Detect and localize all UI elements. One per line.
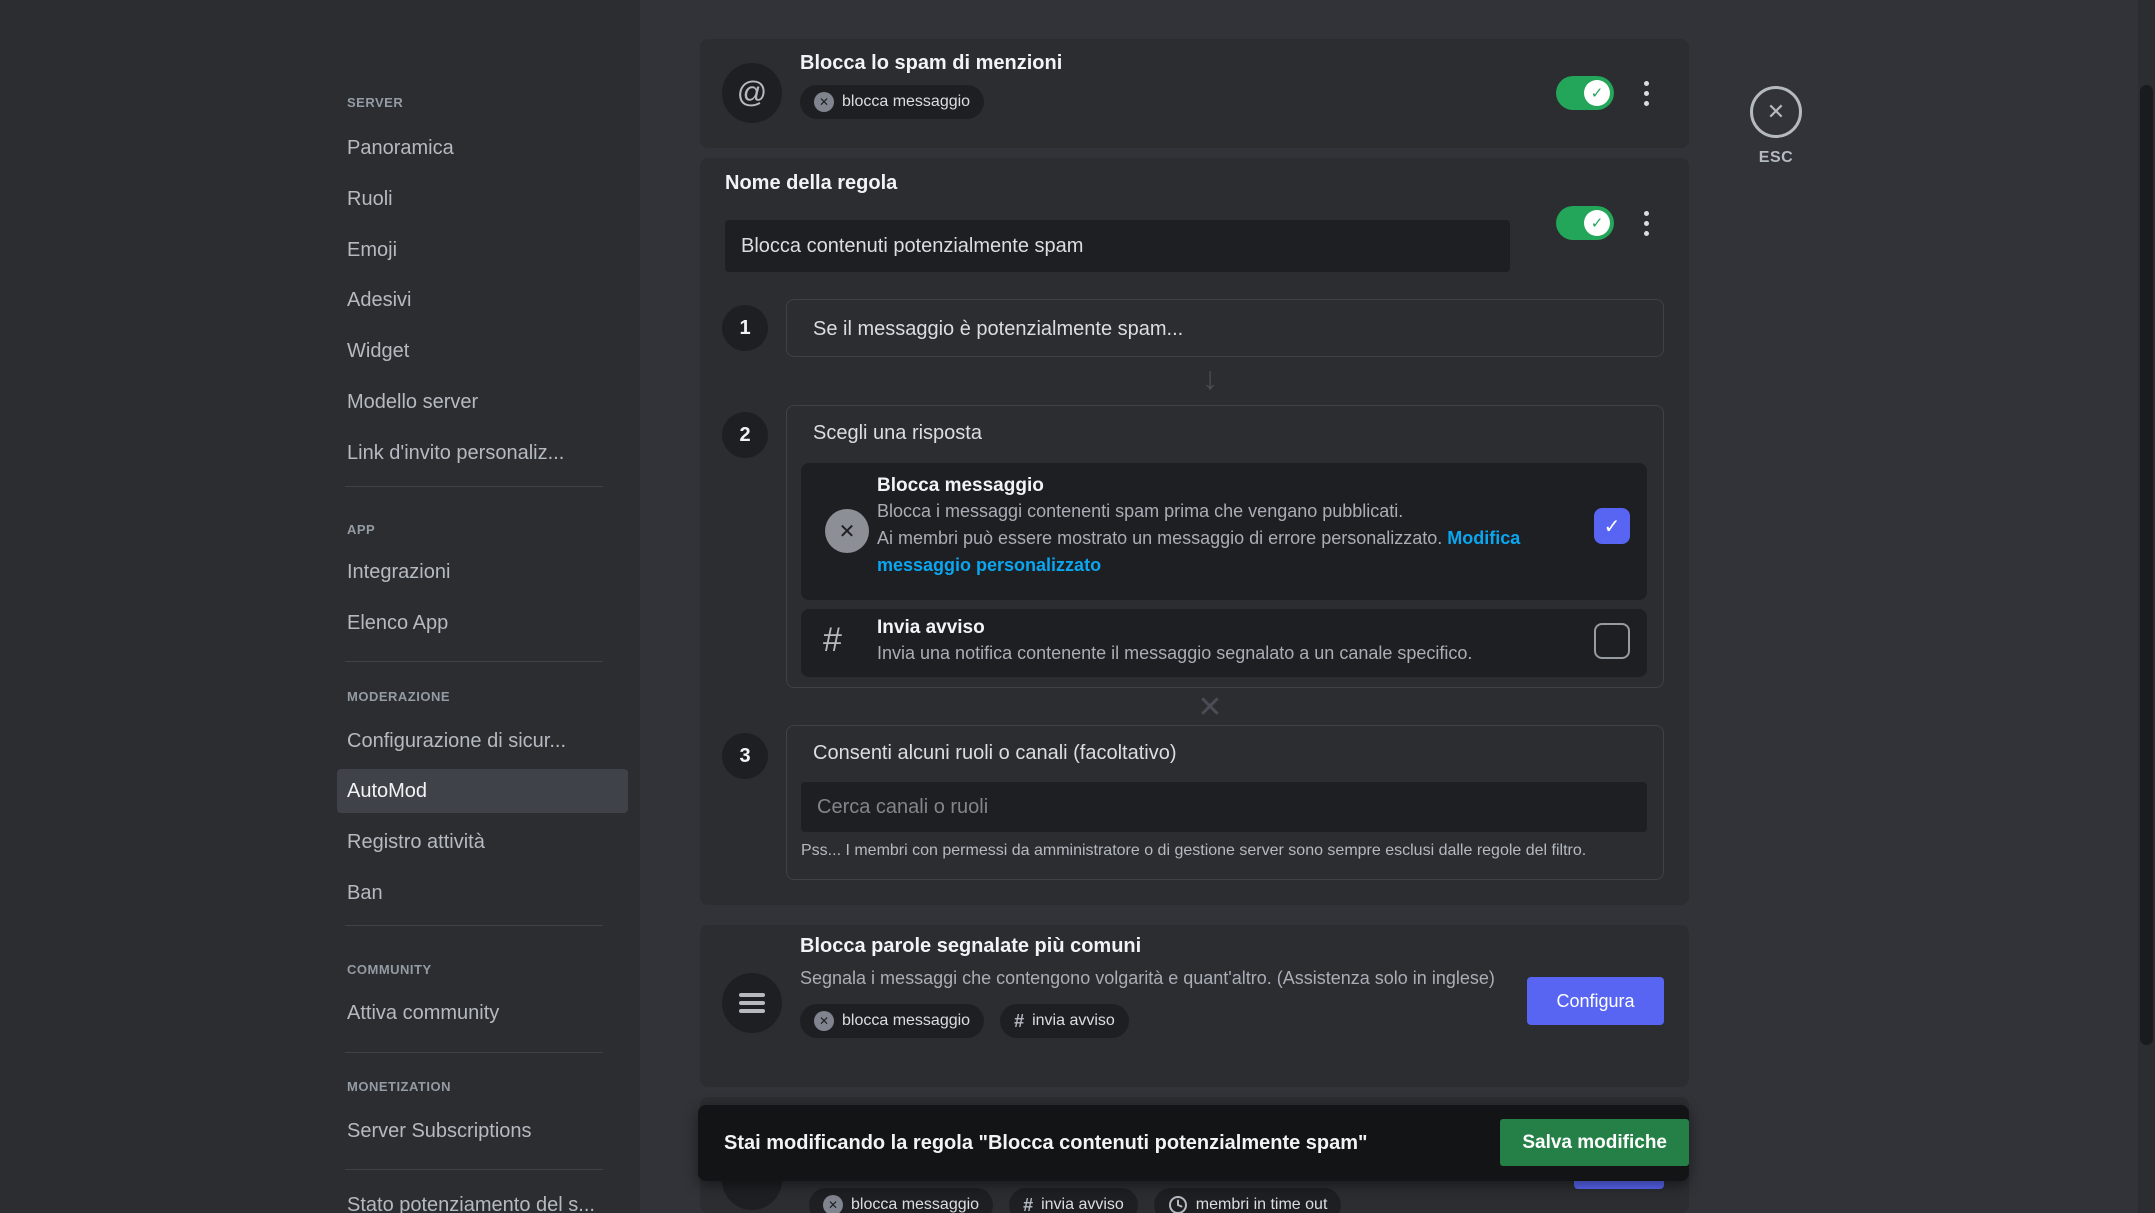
rule-name-input[interactable] (725, 220, 1510, 272)
sidebar-item-panoramica[interactable]: Panoramica (337, 126, 628, 170)
scrollbar-thumb[interactable] (2140, 85, 2153, 1045)
sidebar-item-server-subscriptions[interactable]: Server Subscriptions (337, 1109, 628, 1153)
option-desc: Invia una notifica contenente il messagg… (877, 640, 1577, 667)
hash-channel-icon: # (1023, 1195, 1033, 1213)
tag-label: invia avviso (1041, 1196, 1124, 1213)
tag-blocca-messaggio: ✕ blocca messaggio (800, 1004, 984, 1038)
flow-x-icon: ✕ (1180, 690, 1240, 725)
step-2-title: Scegli una risposta (813, 422, 982, 445)
step-2-response-box: Scegli una risposta ✕ Blocca messaggio B… (786, 405, 1664, 688)
editor-enabled-toggle[interactable]: ✓ (1556, 206, 1614, 240)
invia-avviso-checkbox[interactable] (1594, 623, 1630, 659)
nav-divider (345, 661, 603, 662)
nav-header-moderazione: MODERAZIONE (337, 685, 628, 707)
scrollbar-track[interactable] (2138, 0, 2155, 1213)
step-1-trigger-box: Se il messaggio è potenzialmente spam... (786, 299, 1664, 357)
nav-header-monetization: MONETIZATION (337, 1075, 628, 1097)
option-desc: Blocca i messaggi contenenti spam prima … (877, 498, 1577, 579)
close-settings-button[interactable]: ✕ ESC (1742, 86, 1810, 167)
option-desc-line2: Ai membri può essere mostrato un messagg… (877, 528, 1442, 548)
tag-label: blocca messaggio (842, 1012, 970, 1030)
option-desc-line1: Blocca i messaggi contenenti spam prima … (877, 501, 1403, 521)
tag-label: blocca messaggio (851, 1196, 979, 1213)
sidebar-item-elenco-app[interactable]: Elenco App (337, 601, 628, 645)
sidebar-item-registro-attivita[interactable]: Registro attività (337, 820, 628, 864)
sidebar-item-modello-server[interactable]: Modello server (337, 380, 628, 424)
sidebar-item-automod[interactable]: AutoMod (337, 769, 628, 813)
settings-nav: SERVER Panoramica Ruoli Emoji Adesivi Wi… (337, 0, 628, 1213)
settings-sidebar: SERVER Panoramica Ruoli Emoji Adesivi Wi… (0, 0, 640, 1213)
toggle-check-icon: ✓ (1584, 80, 1610, 106)
step-3-exceptions-box: Consenti alcuni ruoli o canali (facoltat… (786, 725, 1664, 880)
tag-invia-avviso: # invia avviso (1000, 1004, 1129, 1038)
nav-header-server: SERVER (337, 91, 628, 113)
tag-membri-in-time-out: membri in time out (1154, 1188, 1342, 1213)
step-1-number: 1 (722, 305, 768, 351)
blocca-messaggio-checkbox[interactable]: ✓ (1594, 508, 1630, 544)
option-title: Invia avviso (877, 616, 1577, 640)
rule-title: Blocca lo spam di menzioni (800, 52, 1062, 75)
step-3-number: 3 (722, 733, 768, 779)
tag-blocca-messaggio: ✕ blocca messaggio (809, 1188, 993, 1213)
tag-invia-avviso: # invia avviso (1009, 1188, 1138, 1213)
rule-overflow-menu-button[interactable] (1636, 76, 1656, 110)
sidebar-item-ban[interactable]: Ban (337, 871, 628, 915)
tag-label: membri in time out (1196, 1196, 1328, 1213)
word-filter-title: Blocca parole segnalate più comuni (800, 935, 1510, 958)
unsaved-changes-banner: Stai modificando la regola "Blocca conte… (698, 1105, 1689, 1181)
close-icon[interactable]: ✕ (1750, 86, 1802, 138)
step-1-trigger-text: Se il messaggio è potenzialmente spam... (813, 300, 1183, 358)
sidebar-item-integrazioni[interactable]: Integrazioni (337, 550, 628, 594)
block-x-icon: ✕ (823, 1195, 843, 1213)
tag-label: invia avviso (1032, 1012, 1115, 1030)
rule-card-parole-segnalate: Blocca parole segnalate più comuni Segna… (700, 925, 1689, 1087)
block-x-icon: ✕ (814, 1011, 834, 1031)
block-x-icon: ✕ (825, 509, 869, 553)
sidebar-item-adesivi[interactable]: Adesivi (337, 278, 628, 322)
step-3-hint: Pss... I membri con permessi da amminist… (801, 842, 1586, 860)
sidebar-item-stato-potenziamento[interactable]: Stato potenziamento del s... (337, 1183, 628, 1213)
sidebar-item-widget[interactable]: Widget (337, 329, 628, 373)
tag-label: blocca messaggio (842, 93, 970, 111)
nav-header-community: COMMUNITY (337, 958, 628, 980)
clock-icon (1168, 1195, 1188, 1213)
toggle-check-icon: ✓ (1584, 210, 1610, 236)
step-3-title: Consenti alcuni ruoli o canali (facoltat… (813, 742, 1177, 765)
sidebar-item-ruoli[interactable]: Ruoli (337, 177, 628, 221)
step-2-number: 2 (722, 412, 768, 458)
rule-name-label: Nome della regola (725, 172, 897, 195)
hamburger-list-icon (722, 973, 782, 1033)
rule-tag-blocca-messaggio: ✕ blocca messaggio (800, 85, 984, 119)
rule-card-spam-menzioni: @ Blocca lo spam di menzioni ✕ blocca me… (700, 39, 1689, 148)
search-channels-roles-input[interactable] (801, 782, 1647, 832)
configura-button[interactable]: Configura (1527, 977, 1664, 1025)
nav-divider (345, 1169, 603, 1170)
automod-settings-screen: SERVER Panoramica Ruoli Emoji Adesivi Wi… (0, 0, 2155, 1213)
sidebar-item-attiva-community[interactable]: Attiva community (337, 991, 628, 1035)
sidebar-item-link-invito[interactable]: Link d'invito personaliz... (337, 431, 628, 475)
option-invia-avviso[interactable]: # Invia avviso Invia una notifica conten… (801, 609, 1647, 677)
editor-overflow-menu-button[interactable] (1636, 206, 1656, 240)
nav-divider (345, 1052, 603, 1053)
rule-editor-card: Nome della regola ✓ 1 Se il messaggio è … (700, 158, 1689, 905)
hash-channel-icon: # (823, 621, 842, 660)
salva-modifiche-button[interactable]: Salva modifiche (1500, 1119, 1689, 1166)
sidebar-item-configurazione-sicurezza[interactable]: Configurazione di sicur... (337, 719, 628, 763)
nav-divider (345, 925, 603, 926)
nav-header-app: APP (337, 518, 628, 540)
word-filter-desc: Segnala i messaggi che contengono volgar… (800, 964, 1510, 993)
banner-message: Stai modificando la regola "Blocca conte… (724, 1132, 1368, 1155)
option-blocca-messaggio[interactable]: ✕ Blocca messaggio Blocca i messaggi con… (801, 463, 1647, 600)
option-title: Blocca messaggio (877, 474, 1577, 498)
rule-enabled-toggle[interactable]: ✓ (1556, 76, 1614, 110)
hash-channel-icon: # (1014, 1011, 1024, 1032)
flow-down-arrow-icon: ↓ (1180, 360, 1240, 397)
rule-card-text: Blocca lo spam di menzioni ✕ blocca mess… (800, 52, 1062, 119)
nav-divider (345, 486, 603, 487)
sidebar-item-emoji[interactable]: Emoji (337, 228, 628, 272)
at-mention-icon: @ (722, 63, 782, 123)
esc-label: ESC (1742, 149, 1810, 167)
block-x-icon: ✕ (814, 92, 834, 112)
